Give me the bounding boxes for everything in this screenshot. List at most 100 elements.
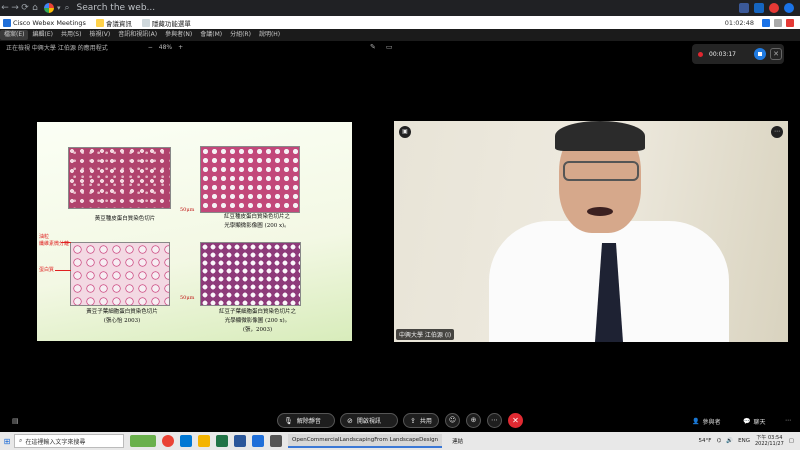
chrome-icon[interactable] [162,435,174,447]
profile-icon[interactable] [769,3,779,13]
weather-text[interactable]: 54°F [699,438,712,444]
explorer-icon[interactable] [198,435,210,447]
mic-off-icon[interactable]: ✕ [770,48,782,60]
more-icon[interactable]: ⋯ [487,413,502,428]
micrograph-soy-cotyledon [70,242,170,306]
menu-bar: 檔案(E) 編輯(E) 共用(S) 檢視(V) 音訊和視訊(A) 參與者(N) … [0,29,800,41]
menu-file[interactable]: 檔案(E) [0,30,29,40]
captions-icon[interactable]: ▤ [12,417,19,425]
home-icon[interactable]: ⌂ [30,3,40,13]
news-icon[interactable] [130,435,156,447]
notification-icon[interactable]: ▢ [789,438,794,444]
facebook-icon[interactable] [739,3,749,13]
micrograph-soy-seedcoat [68,147,171,209]
google-icon[interactable] [44,3,54,13]
language-indicator[interactable]: ENG [738,438,750,444]
chevron-down-icon[interactable]: ▾ [57,4,61,12]
caption-bottom-left-2: (張心怡 2003) [103,318,141,324]
menu-breakout[interactable]: 分組(R) [226,30,255,40]
leave-meeting-button[interactable]: ✕ [508,413,523,428]
webex-titlebar: Cisco Webex Meetings 會議資訊 隱藏功能選單 01:02:4… [0,16,800,29]
caption-bottom-right-1: 紅豆子葉細胞蛋白質染色切片之 [218,309,296,315]
label-protein: 蛋白質 [39,267,55,273]
bookmark-webex[interactable]: Cisco Webex Meetings [3,18,86,27]
edge-icon[interactable] [180,435,192,447]
search-icon: ⌕ [64,3,70,13]
caption-top-right-1: 紅豆種皮蛋白質染色切片之 [223,214,290,220]
caption-bottom-right-3: (張，2003) [242,327,273,333]
app-icon[interactable] [270,435,282,447]
recording-time: 00:03:17 [709,50,736,58]
video-settings-icon[interactable]: ▣ [399,126,411,138]
close-icon[interactable] [786,18,794,27]
stop-recording-button[interactable] [754,48,766,60]
recording-indicator[interactable]: 00:03:17 ✕ [692,44,784,64]
caption-bottom-left-1: 黃豆子葉細胞蛋白質染色切片 [86,309,158,315]
search-icon: ⌕ [19,437,23,444]
menu-share[interactable]: 共用(S) [57,30,86,40]
more-panels-icon[interactable]: ⋯ [785,417,791,424]
participant-video[interactable]: ▣ ⋯ 中興大學 江伯源 (I) [394,121,788,342]
forward-icon[interactable]: → [10,3,20,13]
browser-toolbar: ← → ⟳ ⌂ ▾ ⌕ Search the web... [0,0,800,16]
taskbar-open-window[interactable]: OpenCommercialLandscapingFrom LandscapeD… [288,434,443,448]
scale-bar-top: 50μm [180,207,195,213]
minimize-icon[interactable] [774,18,782,27]
record-dot-icon [698,51,703,57]
chat-icon: 💬 [743,418,751,425]
chat-button[interactable]: 💬 聊天 [743,417,766,426]
excel-icon[interactable] [216,435,228,447]
speaker-image [489,121,729,342]
unmute-button[interactable]: 🎙 解除靜音 [277,413,335,428]
windows-taskbar: ⊞ ⌕ 在這裡輸入文字來搜尋 OpenCommercialLandscaping… [0,432,800,450]
taskbar-link[interactable]: 連結 [448,434,467,448]
bookmark-meeting-info[interactable]: 會議資訊 [95,18,132,28]
zoom-level: 48% [158,43,173,51]
scale-bar-bottom: 50μm [180,295,195,301]
zoom-out-icon[interactable]: − [148,44,153,51]
menu-meeting[interactable]: 會議(M) [196,30,226,40]
network-icon[interactable]: ⌬ [716,438,721,444]
reaction-icon[interactable]: ☺ [445,413,460,428]
apps-icon[interactable]: ⊕ [466,413,481,428]
info-icon [95,18,104,27]
participants-icon: 👤 [692,418,700,425]
share-info-bar: 正在檢視 中興大學 江伯源 的應用程式 − 48% + ✎ ▭ [0,41,393,53]
label-oil-body: 油粒 [39,234,50,240]
menu-edit[interactable]: 編輯(E) [28,30,56,40]
webex-task-icon[interactable] [252,435,264,447]
webex-icon [3,18,11,27]
update-icon[interactable] [784,3,794,13]
mic-muted-icon: 🎙 [284,416,293,425]
menu-view[interactable]: 檢視(V) [85,30,114,40]
back-icon[interactable]: ← [0,3,10,13]
volume-icon[interactable]: 🔊 [726,438,733,444]
shared-slide: 黃豆種皮蛋白質染色切片 紅豆種皮蛋白質染色切片之 光學顯微影像圖 (200 x)… [37,122,352,341]
zoom-in-icon[interactable]: + [178,44,183,51]
word-icon[interactable] [234,435,246,447]
share-button[interactable]: ⇪ 共用 [403,413,439,428]
annotate-icon[interactable]: ✎ [370,43,376,51]
menu-audio-video[interactable]: 音訊和視訊(A) [114,30,161,40]
screen-icon[interactable]: ▭ [386,43,393,51]
more-options-icon[interactable]: ⋯ [771,126,783,138]
participants-button[interactable]: 👤 參與者 [692,417,721,426]
menu-icon [141,18,150,27]
system-tray: 54°F ⌬ 🔊 ENG 下午 03:54 2022/11/27 ▢ [699,435,800,447]
layout-icon[interactable] [762,18,770,27]
caption-top-right-2: 光學顯微影像圖 (200 x)。 [224,223,290,229]
label-arrow [61,242,71,243]
start-video-button[interactable]: ⊘ 開啟視訊 [340,413,398,428]
share-title: 正在檢視 中興大學 江伯源 的應用程式 [6,44,108,52]
caption-bottom-right-2: 光學顯微影像圖 (200 x)。 [224,318,291,324]
caption-top-left: 黃豆種皮蛋白質染色切片 [94,216,156,222]
menu-participants[interactable]: 參與者(N) [161,30,196,40]
bookmark-hide-menu[interactable]: 隱藏功能選單 [141,18,191,28]
taskbar-clock[interactable]: 下午 03:54 2022/11/27 [755,435,784,447]
address-bar[interactable]: Search the web... [77,3,734,13]
menu-help[interactable]: 說明(H) [255,30,284,40]
taskbar-search[interactable]: ⌕ 在這裡輸入文字來搜尋 [14,434,124,448]
extension-icon[interactable] [754,3,764,13]
windows-start-icon[interactable]: ⊞ [0,437,14,446]
reload-icon[interactable]: ⟳ [20,3,30,13]
